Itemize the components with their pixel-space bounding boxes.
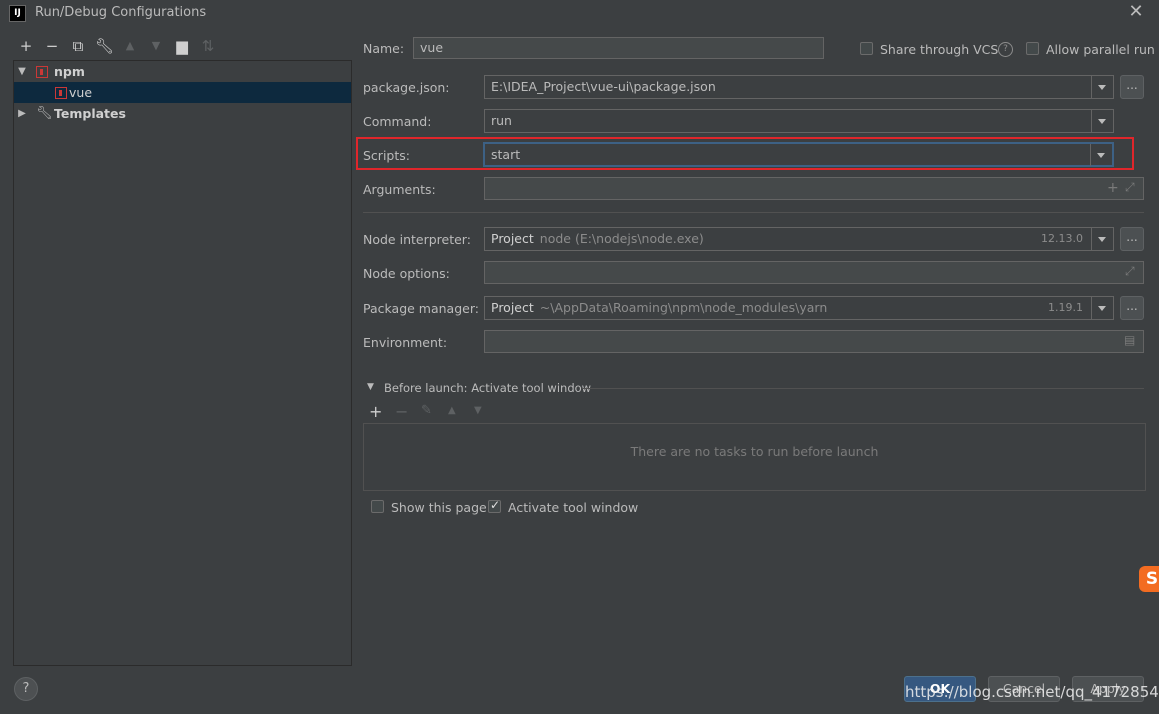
allow-parallel-label: Allow parallel run	[1046, 42, 1155, 57]
expand-icon[interactable]: ⤢	[1125, 180, 1135, 195]
scripts-combo[interactable]: start	[483, 142, 1114, 167]
wrench-icon: 🔧︎	[36, 106, 53, 121]
tree-item-vue[interactable]: vue	[14, 82, 351, 103]
scripts-value: start	[491, 147, 521, 162]
node-interpreter-label: Node interpreter:	[363, 232, 471, 247]
show-page-label: Show this page	[391, 500, 487, 515]
name-input[interactable]: vue	[413, 37, 824, 59]
share-vcs-label: Share through VCS	[880, 42, 999, 57]
move-up-icon[interactable]: ▲	[448, 405, 456, 416]
wrench-icon[interactable]: 🔧︎	[95, 37, 114, 55]
tree-item-npm[interactable]: ▼ npm	[14, 61, 351, 82]
scripts-label: Scripts:	[363, 148, 410, 163]
before-launch-header[interactable]: Before launch: Activate tool window	[384, 381, 591, 395]
chevron-down-icon[interactable]	[1091, 110, 1113, 132]
activate-tool-window-checkbox[interactable]	[488, 498, 501, 513]
npm-icon	[55, 87, 67, 99]
move-down-icon[interactable]: ▼	[474, 405, 482, 416]
tree-item-templates[interactable]: ▶ 🔧︎ Templates	[14, 103, 351, 124]
list-icon[interactable]: ▤	[1124, 333, 1135, 347]
configuration-tree: ▼ npm vue ▶ 🔧︎ Templates	[13, 60, 352, 666]
package-json-combo[interactable]: E:\IDEA_Project\vue-ui\package.json	[484, 75, 1114, 99]
package-json-browse-button[interactable]: ...	[1120, 75, 1144, 99]
package-manager-label: Package manager:	[363, 301, 479, 316]
collapse-arrow-icon[interactable]: ▼	[367, 382, 374, 392]
empty-tasks-text: There are no tasks to run before launch	[630, 444, 879, 459]
separator	[582, 388, 1144, 389]
remove-icon[interactable]: −	[43, 37, 61, 55]
sort-icon[interactable]: ⇅	[199, 37, 217, 55]
package-manager-browse-button[interactable]: ...	[1120, 296, 1144, 320]
command-combo[interactable]: run	[484, 109, 1114, 133]
node-interpreter-path: node (E:\nodejs\node.exe)	[539, 231, 704, 246]
environment-input[interactable]	[484, 330, 1144, 353]
watermark-url: https://blog.csdn.net/qq_41728540	[905, 683, 1159, 701]
tree-item-npm-label: npm	[54, 64, 85, 79]
package-manager-combo[interactable]: Project ~\AppData\Roaming\npm\node_module…	[484, 296, 1114, 320]
command-value: run	[491, 113, 512, 128]
activate-tool-window-label: Activate tool window	[508, 500, 639, 515]
show-page-checkbox[interactable]	[371, 500, 384, 513]
expand-icon[interactable]: ⤢	[1125, 264, 1135, 279]
package-manager-path: ~\AppData\Roaming\npm\node_modules\yarn	[539, 300, 828, 315]
node-interpreter-version: 12.13.0	[1041, 232, 1083, 245]
collapse-arrow-icon[interactable]: ▶	[16, 103, 28, 124]
package-manager-version: 1.19.1	[1048, 301, 1083, 314]
chevron-down-icon[interactable]	[1091, 76, 1113, 98]
add-task-icon[interactable]: +	[369, 402, 382, 421]
share-vcs-checkbox[interactable]	[860, 42, 873, 55]
move-up-icon[interactable]: ▲	[121, 37, 139, 55]
separator	[363, 212, 1144, 213]
tree-item-templates-label: Templates	[54, 106, 126, 121]
tree-item-vue-label: vue	[69, 85, 93, 100]
chevron-down-icon[interactable]	[1090, 144, 1112, 166]
move-down-icon[interactable]: ▼	[147, 37, 165, 55]
node-options-label: Node options:	[363, 266, 450, 281]
node-options-input[interactable]	[484, 261, 1144, 284]
sogou-ime-icon[interactable]: S	[1139, 566, 1159, 592]
package-json-label: package.json:	[363, 80, 450, 95]
window-title: Run/Debug Configurations	[35, 5, 207, 20]
edit-task-icon[interactable]: ✎	[421, 403, 432, 418]
copy-icon[interactable]: ⧉	[69, 37, 87, 55]
add-icon[interactable]: +	[17, 37, 35, 55]
chevron-down-icon[interactable]	[1091, 228, 1113, 250]
remove-task-icon[interactable]: −	[395, 402, 408, 421]
arguments-input[interactable]	[484, 177, 1144, 200]
node-interpreter-combo[interactable]: Project node (E:\nodejs\node.exe) 12.13.0	[484, 227, 1114, 251]
new-folder-icon[interactable]: ▆	[173, 37, 191, 55]
node-interpreter-browse-button[interactable]: ...	[1120, 227, 1144, 251]
plus-icon[interactable]: +	[1107, 180, 1119, 196]
help-button[interactable]: ?	[14, 677, 38, 701]
intellij-app-icon: IJ	[9, 5, 26, 22]
command-label: Command:	[363, 114, 432, 129]
before-launch-task-list: There are no tasks to run before launch	[363, 423, 1146, 491]
chevron-down-icon[interactable]	[1091, 297, 1113, 319]
environment-label: Environment:	[363, 335, 448, 350]
close-icon[interactable]: ✕	[1126, 2, 1146, 22]
npm-icon	[36, 66, 48, 78]
name-label: Name:	[363, 41, 405, 56]
node-interpreter-kind: Project	[491, 231, 534, 246]
arguments-label: Arguments:	[363, 182, 436, 197]
help-circle-icon[interactable]: ?	[998, 42, 1013, 57]
package-json-value: E:\IDEA_Project\vue-ui\package.json	[491, 79, 716, 94]
expand-arrow-icon[interactable]: ▼	[16, 61, 28, 82]
package-manager-kind: Project	[491, 300, 534, 315]
allow-parallel-checkbox[interactable]	[1026, 42, 1039, 55]
